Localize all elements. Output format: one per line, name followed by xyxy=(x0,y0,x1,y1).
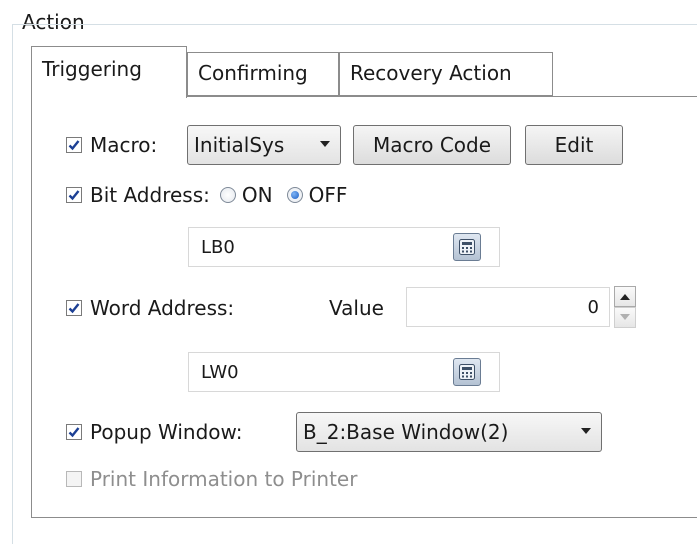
edit-button[interactable]: Edit xyxy=(525,125,623,165)
value-increment-button[interactable] xyxy=(614,286,636,307)
popup-window-checkbox[interactable] xyxy=(66,424,82,440)
word-address-value: LW0 xyxy=(201,361,239,383)
arrow-down-icon xyxy=(620,314,630,320)
macro-label: Macro: xyxy=(90,133,158,157)
arrow-up-icon xyxy=(620,294,630,300)
macro-select[interactable]: InitialSys xyxy=(187,125,341,165)
check-mark-icon xyxy=(68,140,80,151)
tab-triggering-label: Triggering xyxy=(42,57,142,81)
macro-row: Macro: xyxy=(66,125,157,165)
macro-code-button-label: Macro Code xyxy=(372,133,492,157)
bit-address-row: Bit Address: ON OFF xyxy=(66,178,347,212)
check-mark-icon xyxy=(68,427,80,438)
tab-confirming[interactable]: Confirming xyxy=(187,52,339,96)
value-label: Value xyxy=(329,296,384,320)
tab-confirming-label: Confirming xyxy=(198,61,308,85)
bit-on-radio[interactable] xyxy=(219,187,236,203)
bit-address-keypad-button[interactable] xyxy=(453,233,481,261)
print-info-label: Print Information to Printer xyxy=(90,467,358,491)
bit-address-value: LB0 xyxy=(201,236,235,258)
value-decrement-button[interactable] xyxy=(614,307,636,328)
popup-window-select[interactable]: B_2:Base Window(2) xyxy=(296,412,602,452)
macro-code-button[interactable]: Macro Code xyxy=(353,125,511,165)
bit-address-checkbox[interactable] xyxy=(66,187,82,203)
bit-off-label: OFF xyxy=(308,183,348,207)
tab-recovery-action-label: Recovery Action xyxy=(350,61,512,85)
value-field-value: 0 xyxy=(587,296,599,318)
chevron-down-icon xyxy=(581,428,591,434)
edit-button-label: Edit xyxy=(554,133,594,157)
popup-window-selected-value: B_2:Base Window(2) xyxy=(303,420,509,444)
macro-checkbox[interactable] xyxy=(66,137,82,153)
value-field[interactable]: 0 xyxy=(406,287,610,327)
print-info-row: Print Information to Printer xyxy=(66,462,357,496)
popup-window-row: Popup Window: xyxy=(66,412,243,452)
tab-recovery-action[interactable]: Recovery Action xyxy=(339,52,553,96)
popup-window-label: Popup Window: xyxy=(90,420,243,444)
print-info-checkbox[interactable] xyxy=(66,471,82,487)
bit-address-label: Bit Address: xyxy=(90,183,210,207)
calculator-icon xyxy=(459,239,475,255)
chevron-down-icon xyxy=(320,141,330,147)
macro-selected-value: InitialSys xyxy=(194,133,285,157)
word-address-keypad-button[interactable] xyxy=(453,358,481,386)
check-mark-icon xyxy=(68,303,80,314)
calculator-icon xyxy=(459,364,475,380)
bit-off-radio[interactable] xyxy=(286,187,303,203)
bit-on-label: ON xyxy=(241,183,273,207)
tab-triggering[interactable]: Triggering xyxy=(31,46,187,98)
word-address-checkbox[interactable] xyxy=(66,300,82,316)
word-address-row: Word Address: xyxy=(66,291,234,325)
check-mark-icon xyxy=(68,190,80,201)
word-address-label: Word Address: xyxy=(90,296,235,320)
